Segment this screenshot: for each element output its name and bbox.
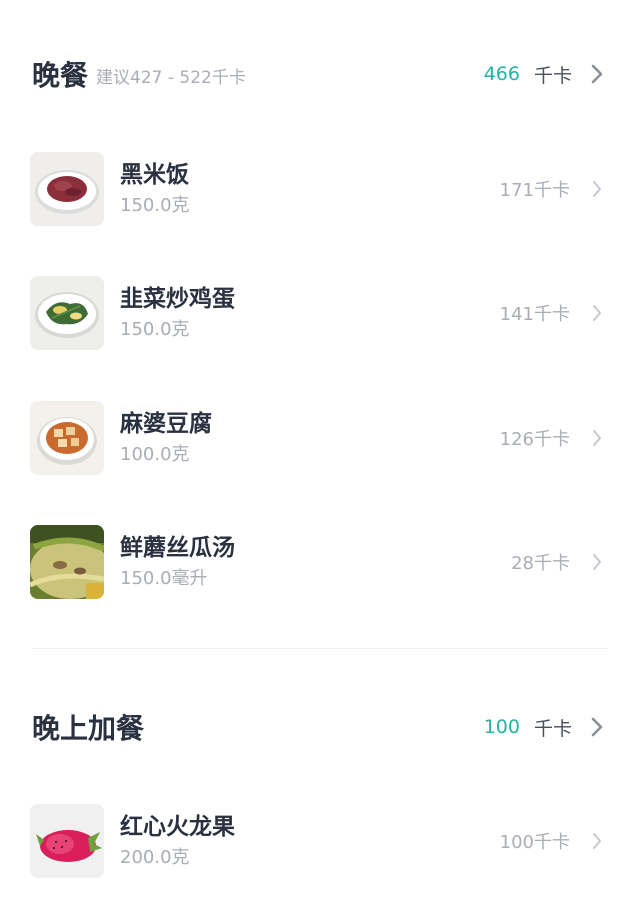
food-item-dragon-fruit[interactable]: 红心火龙果 200.0克 100千卡 [30,803,608,879]
food-name: 麻婆豆腐 [120,411,212,437]
night-snack-unit: 千卡 [533,717,572,740]
section-divider [32,648,608,649]
dinner-total: 466 千卡 [484,61,608,88]
dinner-section-header[interactable]: 晚餐 建议427 - 522千卡 466 千卡 [32,54,608,94]
night-snack-kcal: 100 [483,716,520,738]
food-name: 黑米饭 [120,162,189,188]
food-kcal: 141千卡 [499,304,570,325]
black-rice-photo [30,152,104,226]
food-item-mapo-tofu[interactable]: 麻婆豆腐 100.0克 126千卡 [30,400,608,476]
food-name: 鲜蘑丝瓜汤 [120,535,235,561]
food-amount: 100.0克 [120,444,190,465]
food-kcal: 28千卡 [511,553,570,574]
food-item-mushroom-soup[interactable]: 鲜蘑丝瓜汤 150.0毫升 28千卡 [30,524,608,600]
chevron-right-icon [586,830,608,852]
food-amount: 150.0克 [120,319,190,340]
dinner-kcal: 466 [483,63,520,85]
food-name: 韭菜炒鸡蛋 [120,286,235,312]
food-kcal: 100千卡 [499,832,570,853]
food-amount: 150.0克 [120,195,190,216]
food-item-chive-egg[interactable]: 韭菜炒鸡蛋 150.0克 141千卡 [30,275,608,351]
food-amount: 150.0毫升 [120,568,208,589]
night-snack-total: 100 千卡 [484,714,608,741]
dinner-title: 晚餐 [32,59,89,92]
chevron-right-icon [586,551,608,573]
chive-egg-photo [30,276,104,350]
chevron-right-icon [586,427,608,449]
dinner-unit: 千卡 [533,64,572,87]
mushroom-loofah-soup-photo [30,525,104,599]
food-amount: 200.0克 [120,847,190,868]
food-name: 红心火龙果 [120,814,235,840]
chevron-right-icon [586,302,608,324]
dinner-suggest: 建议427 - 522千卡 [96,67,246,88]
mapo-tofu-photo [30,401,104,475]
night-snack-title: 晚上加餐 [32,712,145,745]
food-kcal: 171千卡 [499,180,570,201]
food-kcal: 126千卡 [499,429,570,450]
chevron-right-icon[interactable] [586,63,608,85]
food-item-black-rice[interactable]: 黑米饭 150.0克 171千卡 [30,151,608,227]
night-snack-section-header[interactable]: 晚上加餐 100 千卡 [32,707,608,747]
red-dragon-fruit-photo [30,804,104,878]
chevron-right-icon[interactable] [586,716,608,738]
chevron-right-icon [586,178,608,200]
